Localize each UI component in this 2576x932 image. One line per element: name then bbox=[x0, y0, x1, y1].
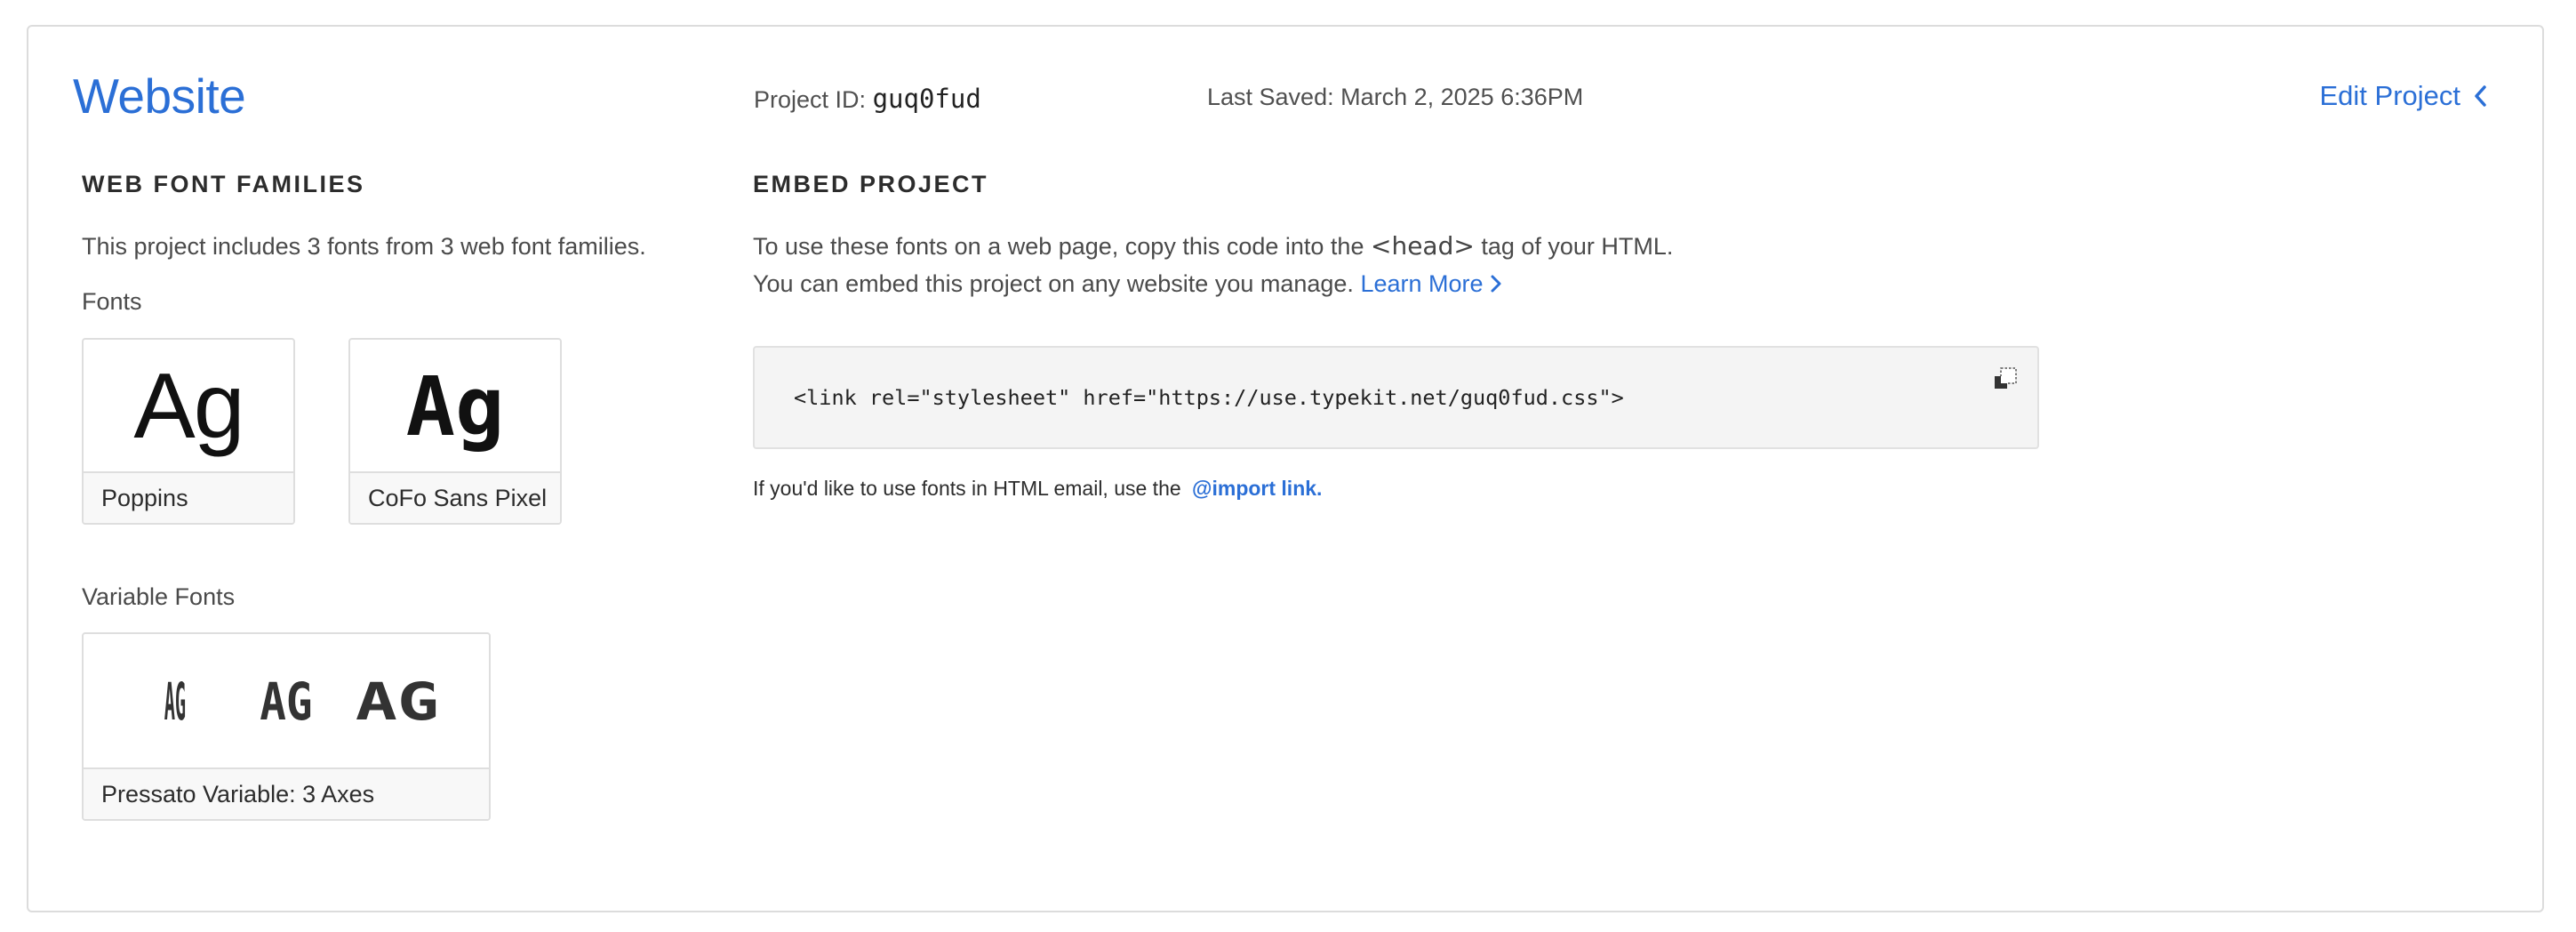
chevron-left-icon bbox=[2475, 85, 2486, 107]
font-sample: Ag bbox=[405, 358, 505, 454]
font-sample: Ag bbox=[133, 354, 244, 458]
embed-line-2: You can embed this project on any websit… bbox=[753, 265, 1673, 302]
font-preview: AG AG AG bbox=[84, 634, 489, 769]
font-name: Pressato Variable: 3 Axes bbox=[84, 767, 489, 819]
chevron-right-icon bbox=[1491, 275, 1501, 293]
font-name: CoFo Sans Pixel bbox=[350, 471, 560, 523]
embed-description: To use these fonts on a web page, copy t… bbox=[753, 228, 1673, 302]
web-font-families-heading: WEB FONT FAMILIES bbox=[82, 171, 365, 197]
embed-project-heading: EMBED PROJECT bbox=[753, 171, 989, 197]
font-card-pressato-variable[interactable]: AG AG AG Pressato Variable: 3 Axes bbox=[82, 632, 491, 821]
email-note-text: If you'd like to use fonts in HTML email… bbox=[753, 477, 1181, 500]
learn-more-link[interactable]: Learn More bbox=[1360, 265, 1502, 302]
families-description: This project includes 3 fonts from 3 web… bbox=[82, 233, 646, 260]
import-link[interactable]: @import link. bbox=[1192, 477, 1322, 500]
embed-line-1: To use these fonts on a web page, copy t… bbox=[753, 228, 1673, 265]
head-tag-text: <head> bbox=[1370, 231, 1475, 261]
font-preview: Ag bbox=[350, 340, 560, 473]
embed-line-1-tail: tag of your HTML. bbox=[1481, 233, 1674, 260]
project-id-label: Project ID: bbox=[754, 86, 867, 113]
project-id: Project ID: guq0fud bbox=[754, 84, 981, 114]
font-card-cofo-sans-pixel[interactable]: Ag CoFo Sans Pixel bbox=[348, 338, 562, 525]
project-id-value: guq0fud bbox=[872, 84, 981, 114]
edit-project-label: Edit Project bbox=[2319, 80, 2460, 111]
font-name: Poppins bbox=[84, 471, 293, 523]
variable-fonts-label: Variable Fonts bbox=[82, 583, 236, 610]
font-card-poppins[interactable]: Ag Poppins bbox=[82, 338, 295, 525]
project-title: Website bbox=[73, 68, 246, 124]
font-sample-wide: AG bbox=[356, 671, 440, 732]
embed-code-box[interactable]: <link rel="stylesheet" href="https://use… bbox=[753, 346, 2039, 449]
font-sample-narrow: AG bbox=[164, 671, 186, 732]
embed-code[interactable]: <link rel="stylesheet" href="https://use… bbox=[794, 385, 1624, 410]
copy-icon[interactable] bbox=[1989, 364, 2021, 396]
edit-project-link[interactable]: Edit Project bbox=[2319, 80, 2491, 112]
embed-line-1-text: To use these fonts on a web page, copy t… bbox=[753, 233, 1364, 260]
font-preview: Ag bbox=[84, 340, 293, 473]
embed-line-2-text: You can embed this project on any websit… bbox=[753, 270, 1354, 297]
last-saved: Last Saved: March 2, 2025 6:36PM bbox=[1207, 84, 1584, 110]
email-note: If you'd like to use fonts in HTML email… bbox=[753, 477, 1322, 501]
font-sample-medium: AG bbox=[260, 671, 313, 732]
learn-more-label: Learn More bbox=[1360, 270, 1484, 297]
fonts-label: Fonts bbox=[82, 288, 142, 315]
